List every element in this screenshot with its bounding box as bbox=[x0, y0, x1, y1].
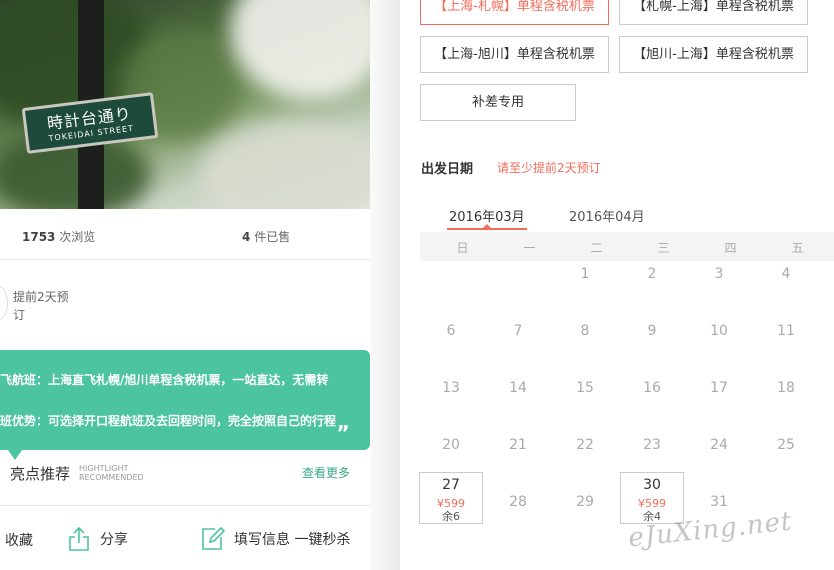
calendar-day: 22 bbox=[553, 427, 617, 479]
calendar-day: 10 bbox=[687, 313, 751, 365]
calendar-day: 29 bbox=[553, 484, 617, 536]
product-option-asahikawa-shanghai[interactable]: 【旭川-上海】单程含税机票 bbox=[619, 36, 808, 73]
calendar-day: 15 bbox=[553, 370, 617, 422]
day-number: 22 bbox=[576, 437, 594, 453]
day-number: 25 bbox=[777, 437, 795, 453]
departure-date-label: 出发日期 bbox=[421, 162, 474, 177]
calendar-day: 7 bbox=[486, 313, 550, 365]
day-number: 16 bbox=[643, 380, 661, 396]
calendar-day: 18 bbox=[754, 370, 818, 422]
calendar-day: 24 bbox=[687, 427, 751, 479]
weekday-label: 二 bbox=[590, 241, 603, 255]
sold-count: 4 件已售 bbox=[242, 230, 291, 244]
day-price: ¥599 bbox=[638, 497, 666, 510]
day-number: 13 bbox=[442, 380, 460, 396]
divider bbox=[0, 259, 370, 260]
day-number: 20 bbox=[442, 437, 460, 453]
day-number: 21 bbox=[509, 437, 527, 453]
weekday-label: 一 bbox=[523, 241, 536, 255]
calendar-day: 11 bbox=[754, 313, 818, 365]
calendar-day-available[interactable]: 30 ¥599 余4 bbox=[620, 472, 684, 524]
quote-icon: „ bbox=[336, 410, 350, 434]
day-number: 8 bbox=[580, 323, 590, 339]
calendar-day: 2 bbox=[620, 256, 684, 308]
calendar-day: 16 bbox=[620, 370, 684, 422]
day-number: 29 bbox=[576, 494, 594, 510]
month-tab-2016-03[interactable]: 2016年03月 bbox=[449, 206, 525, 225]
calendar-icon bbox=[0, 286, 8, 320]
day-number: 15 bbox=[576, 380, 594, 396]
day-number: 18 bbox=[777, 380, 795, 396]
calendar-day: 3 bbox=[687, 256, 751, 308]
day-number: 1 bbox=[580, 266, 590, 282]
day-number: 2 bbox=[647, 266, 657, 282]
favorite-button[interactable]: 收藏 bbox=[5, 530, 33, 550]
day-number: 10 bbox=[710, 323, 728, 339]
calendar-day: 13 bbox=[419, 370, 483, 422]
calendar-day: 14 bbox=[486, 370, 550, 422]
calendar-day: 21 bbox=[486, 427, 550, 479]
advance-booking-hint: 请至少提前2天预订 bbox=[497, 161, 601, 175]
fill-info-button[interactable]: 填写信息 一键秒杀 bbox=[200, 526, 350, 552]
day-number: 6 bbox=[446, 323, 456, 339]
month-tab-2016-04[interactable]: 2016年04月 bbox=[569, 206, 645, 225]
product-option-price-difference[interactable]: 补差专用 bbox=[420, 84, 576, 121]
calendar-day: 9 bbox=[620, 313, 684, 365]
day-number: 9 bbox=[647, 323, 657, 339]
day-number: 23 bbox=[643, 437, 661, 453]
day-number: 31 bbox=[710, 494, 728, 510]
weekday-label: 四 bbox=[724, 241, 737, 255]
product-detail-panel: 時計台通り TOKEIDAI STREET 1753 次浏览 4 件已售 提前2… bbox=[0, 0, 370, 570]
divider bbox=[0, 505, 370, 506]
day-number: 3 bbox=[714, 266, 724, 282]
day-number: 24 bbox=[710, 437, 728, 453]
calendar-day: 6 bbox=[419, 313, 483, 365]
day-number: 4 bbox=[781, 266, 791, 282]
feature-line-1: 飞航班：上海直飞札幌/旭川单程含税机票，一站直达，无需转 bbox=[0, 373, 329, 387]
hero-image: 時計台通り TOKEIDAI STREET bbox=[0, 0, 370, 209]
calendar-day: 25 bbox=[754, 427, 818, 479]
day-number: 28 bbox=[509, 494, 527, 510]
see-more-link[interactable]: 查看更多 bbox=[302, 464, 350, 481]
action-bar: 收藏 分享 填写信息 一键秒杀 bbox=[0, 520, 370, 560]
weekday-label: 日 bbox=[456, 241, 469, 255]
day-number: 30 bbox=[643, 477, 661, 493]
view-count: 1753 次浏览 bbox=[22, 230, 96, 244]
booking-panel: 【上海-札幌】单程含税机票 【札幌-上海】单程含税机票 【上海-旭川】单程含税机… bbox=[400, 0, 834, 570]
calendar-day-available[interactable]: 27 ¥599 余6 bbox=[419, 472, 483, 524]
share-icon bbox=[69, 526, 89, 551]
day-number: 14 bbox=[509, 380, 527, 396]
calendar-day: 1 bbox=[553, 256, 617, 308]
day-number: 7 bbox=[513, 323, 523, 339]
feature-description-box: 飞航班：上海直飞札幌/旭川单程含税机票，一站直达，无需转 班优势：可选择开口程航… bbox=[0, 350, 370, 460]
highlight-subtitle: HIGHTLIGHT RECOMMENDED bbox=[79, 464, 144, 482]
highlight-title: 亮点推荐 bbox=[10, 465, 71, 483]
day-price: ¥599 bbox=[437, 497, 465, 510]
share-button[interactable]: 分享 bbox=[66, 526, 128, 552]
caret-up-icon bbox=[483, 224, 491, 228]
calendar-day: 4 bbox=[754, 256, 818, 308]
weekday-label: 五 bbox=[791, 241, 804, 255]
day-number: 11 bbox=[777, 323, 795, 339]
product-option-shanghai-asahikawa[interactable]: 【上海-旭川】单程含税机票 bbox=[420, 36, 609, 73]
calendar-day: 8 bbox=[553, 313, 617, 365]
day-number: 17 bbox=[710, 380, 728, 396]
weekday-label: 三 bbox=[657, 241, 670, 255]
product-option-shanghai-sapporo[interactable]: 【上海-札幌】单程含税机票 bbox=[420, 0, 609, 25]
day-remaining: 余6 bbox=[442, 510, 460, 523]
day-number: 27 bbox=[442, 477, 460, 493]
calendar-day: 17 bbox=[687, 370, 751, 422]
panel-gap bbox=[370, 0, 400, 570]
active-month-indicator bbox=[447, 228, 527, 230]
calendar-day: 28 bbox=[486, 484, 550, 536]
product-option-sapporo-shanghai[interactable]: 【札幌-上海】单程含税机票 bbox=[619, 0, 808, 25]
feature-line-2: 班优势：可选择开口程航班及去回程时间，完全按照自己的行程 bbox=[0, 414, 337, 428]
edit-icon bbox=[202, 526, 226, 550]
